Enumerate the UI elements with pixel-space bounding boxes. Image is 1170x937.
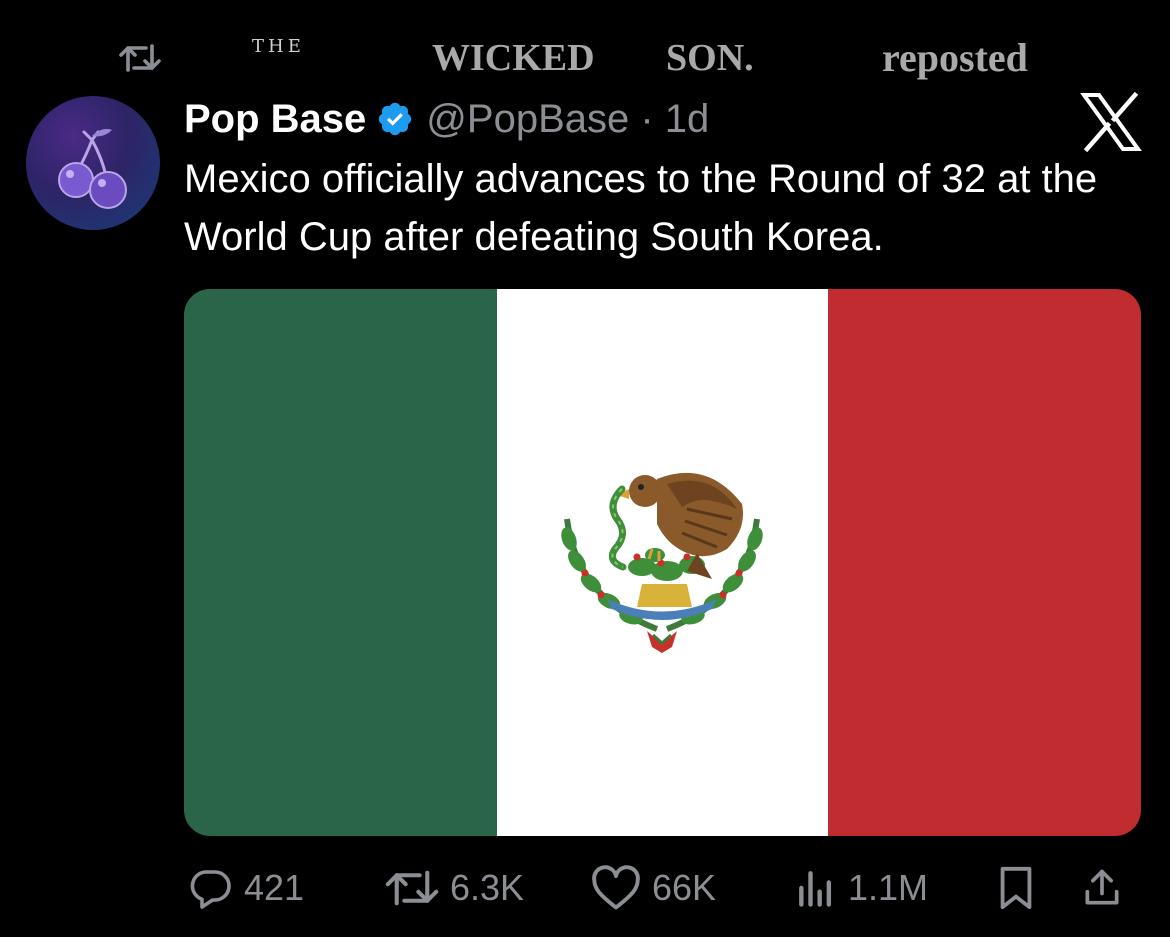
share-button[interactable]: [1080, 858, 1124, 918]
repost-button[interactable]: 6.3K: [384, 858, 524, 918]
coat-of-arms-icon: [561, 472, 763, 653]
avatar[interactable]: [26, 96, 160, 230]
repost-count: 6.3K: [450, 867, 525, 908]
watermark-the: THE: [252, 36, 305, 57]
repost-icon: [385, 870, 439, 906]
reply-count: 421: [244, 867, 305, 908]
reposted-label: reposted: [882, 35, 1028, 80]
handle-and-time[interactable]: @PopBase · 1d: [426, 97, 709, 142]
flag-red-stripe: [828, 289, 1141, 836]
views-button[interactable]: 1.1M: [794, 858, 928, 918]
views-icon: [799, 871, 832, 907]
repost-header: THE WICKED SON. reposted: [0, 30, 1170, 80]
repost-icon: [119, 44, 161, 72]
share-icon: [1085, 869, 1119, 905]
watermark-wicked: WICKED: [432, 37, 595, 79]
reply-button[interactable]: 421: [186, 858, 304, 918]
like-count: 66K: [652, 867, 717, 908]
flag-white-stripe: [497, 289, 828, 836]
verified-badge-icon: [379, 102, 412, 136]
tweet-image-mexico-flag[interactable]: [184, 289, 1141, 836]
flag-green-stripe: [184, 289, 497, 836]
watermark-son: SON.: [666, 37, 754, 79]
bookmark-icon: [1000, 866, 1032, 910]
bookmark-button[interactable]: [996, 858, 1036, 918]
tweet-header: Pop Base @PopBase · 1d: [184, 94, 709, 144]
views-count: 1.1M: [848, 867, 929, 908]
like-button[interactable]: 66K: [590, 858, 716, 918]
author-name[interactable]: Pop Base: [184, 97, 366, 142]
x-logo-icon: [1080, 92, 1142, 152]
tweet-text: Mexico officially advances to the Round …: [184, 157, 1098, 259]
heart-icon: [592, 865, 640, 910]
reply-icon: [190, 870, 231, 909]
action-bar: 421 6.3K 66K 1.1M: [0, 858, 1170, 918]
cherry-logo-icon: [58, 128, 127, 209]
